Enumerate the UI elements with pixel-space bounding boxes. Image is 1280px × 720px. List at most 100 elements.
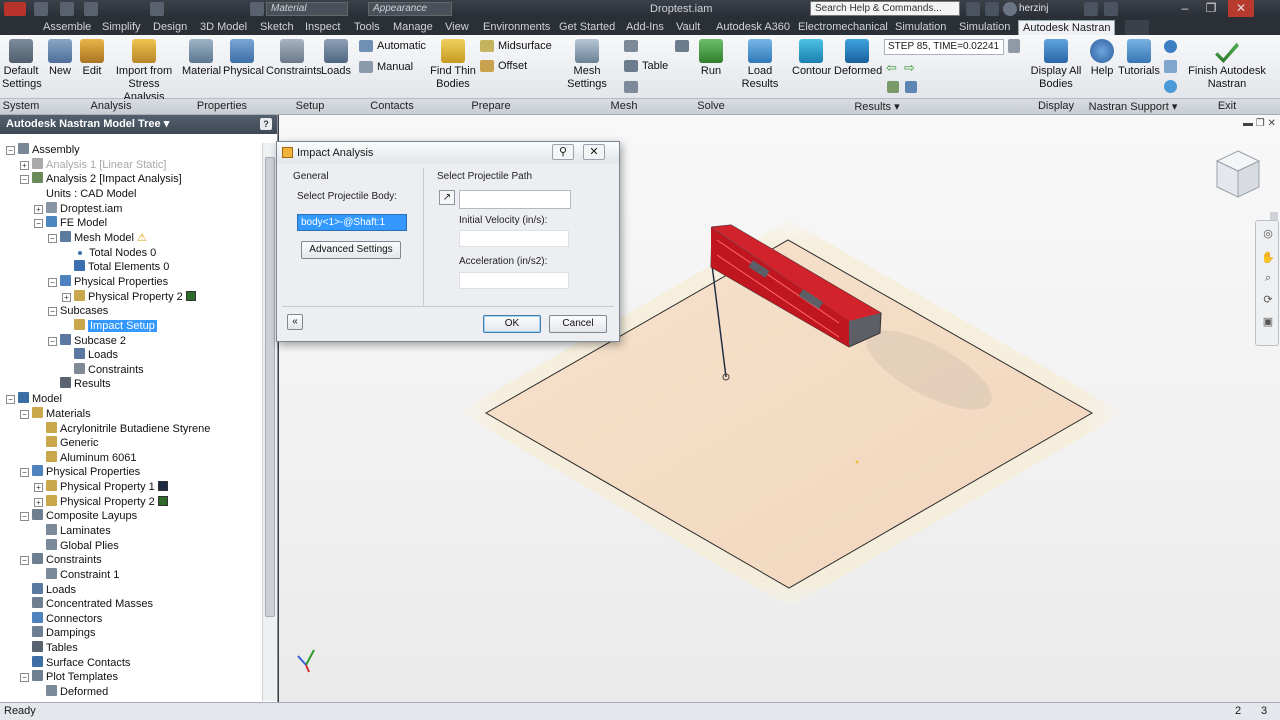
tab-environments[interactable]: Environments [479, 20, 554, 35]
tab-sketch[interactable]: Sketch [256, 20, 298, 35]
exchange-icon[interactable] [1084, 2, 1098, 16]
loads-button[interactable]: Loads [320, 39, 352, 78]
physical-button[interactable]: Physical [223, 39, 264, 78]
expand-icon[interactable]: + [20, 161, 29, 170]
pin-icon[interactable]: ⚲ [552, 144, 574, 160]
tree-node-analysis-1[interactable]: + Analysis 1 [Linear Static] [20, 158, 166, 172]
help-button[interactable]: Help [1088, 39, 1116, 78]
help-icon[interactable] [1104, 2, 1118, 16]
tab-simulation-2[interactable]: Simulation [955, 20, 1014, 35]
tab-simplify[interactable]: Simplify [98, 20, 145, 35]
browser-help-button[interactable]: ? [260, 118, 272, 130]
tab-assemble[interactable]: Assemble [39, 20, 95, 35]
save-icon[interactable] [84, 2, 98, 16]
deformed-button[interactable]: Deformed [834, 39, 882, 78]
expand-icon[interactable]: + [34, 483, 43, 492]
chevron-down-icon[interactable]: ▾ [164, 118, 170, 130]
cancel-button[interactable]: Cancel [549, 315, 607, 333]
globe-icon[interactable] [250, 2, 264, 16]
expand-dialog-button[interactable]: « [287, 314, 303, 330]
orbit-icon[interactable]: ⟳ [1261, 293, 1275, 307]
tab-electromechanical[interactable]: Electromechanical [794, 20, 892, 35]
animate-icon[interactable] [887, 81, 899, 93]
next-step-icon[interactable]: ⇨ [904, 60, 915, 76]
dialog-title-bar[interactable]: Impact Analysis ⚲ ✕ [277, 142, 619, 164]
lock-icon[interactable] [1008, 39, 1020, 53]
display-all-bodies-button[interactable]: Display All Bodies [1030, 39, 1082, 91]
new-file-icon[interactable] [34, 2, 48, 16]
tree-node-physical-properties[interactable]: − Physical Properties [48, 275, 168, 289]
tree-node-laminates[interactable]: Laminates [34, 524, 111, 538]
probe-icon[interactable] [905, 81, 917, 93]
tree-node-plot-templates[interactable]: − Plot Templates [20, 670, 118, 684]
collapse-icon[interactable]: − [48, 337, 57, 346]
collapse-icon[interactable]: − [6, 395, 15, 404]
edit-analysis-button[interactable]: Edit [78, 39, 106, 78]
close-dialog-icon[interactable]: ✕ [583, 144, 605, 160]
tree-node-concentrated-masses[interactable]: Concentrated Masses [20, 597, 153, 611]
scrollbar-thumb[interactable] [265, 157, 275, 617]
collapse-icon[interactable]: − [34, 219, 43, 228]
acceleration-field[interactable] [459, 272, 569, 289]
tree-node-surface-contacts[interactable]: Surface Contacts [20, 656, 130, 670]
tree-node-subcase-constraints[interactable]: Constraints [62, 363, 144, 377]
new-analysis-button[interactable]: New [46, 39, 74, 78]
web-icon[interactable] [1164, 80, 1177, 93]
previous-step-icon[interactable]: ⇦ [886, 60, 897, 76]
tab-vault[interactable]: Vault [672, 20, 704, 35]
tree-node-model-constraints[interactable]: − Constraints [20, 553, 102, 567]
automatic-contacts-button[interactable]: Automatic [359, 40, 426, 53]
tree-node-material-generic[interactable]: Generic [34, 436, 99, 450]
tree-node-subcase-loads[interactable]: Loads [62, 348, 118, 362]
minimize-icon[interactable]: – [1172, 0, 1198, 17]
search-input[interactable]: Search Help & Commands... [810, 1, 960, 16]
advanced-settings-button[interactable]: Advanced Settings [301, 241, 401, 259]
tree-node-model[interactable]: − Model [6, 392, 62, 406]
projectile-body-field[interactable]: body<1>-@Shaft:1 [297, 214, 407, 231]
expand-icon[interactable]: + [34, 498, 43, 507]
tree-node-composite-layups[interactable]: − Composite Layups [20, 509, 137, 523]
tree-node-fe-model[interactable]: − FE Model [34, 216, 107, 230]
panel-nastran-support[interactable]: Nastran Support ▾ [1086, 100, 1180, 113]
manual-contacts-button[interactable]: Manual [359, 61, 413, 74]
viewcube-menu-icon[interactable] [1270, 212, 1278, 220]
tree-node-mesh-model[interactable]: − Mesh Model ⚠ [48, 231, 147, 245]
collapse-icon[interactable]: − [20, 410, 29, 419]
find-thin-bodies-button[interactable]: Find Thin Bodies [430, 39, 476, 91]
tab-inspect[interactable]: Inspect [301, 20, 344, 35]
look-at-icon[interactable]: ▣ [1261, 315, 1275, 329]
tree-node-subcases[interactable]: − Subcases [48, 304, 108, 318]
tree-node-subcase-2[interactable]: − Subcase 2 [48, 334, 126, 348]
tree-node-dampings[interactable]: Dampings [20, 626, 96, 640]
tree-node-model-physical-property-1[interactable]: + Physical Property 1 [34, 480, 168, 494]
steering-wheel-icon[interactable]: ◎ [1261, 227, 1275, 241]
load-results-button[interactable]: Load Results [731, 39, 789, 91]
tree-node-units[interactable]: Units : CAD Model [34, 187, 136, 201]
expand-icon[interactable]: + [34, 205, 43, 214]
finish-nastran-button[interactable]: Finish Autodesk Nastran [1184, 39, 1270, 91]
pan-icon[interactable]: ✋ [1261, 251, 1275, 265]
expand-icon[interactable]: + [62, 293, 71, 302]
tab-add-ins[interactable]: Add-Ins [622, 20, 668, 35]
tree-node-global-plies[interactable]: Global Plies [34, 539, 119, 553]
tree-node-analysis-2[interactable]: − Analysis 2 [Impact Analysis] [20, 172, 182, 186]
open-file-icon[interactable] [60, 2, 74, 16]
projectile-path-field[interactable] [459, 190, 571, 209]
ribbon-options-icon[interactable] [1125, 20, 1149, 35]
tree-node-total-elements[interactable]: Total Elements 0 [62, 260, 169, 274]
ok-button[interactable]: OK [483, 315, 541, 333]
appearance-combo[interactable]: Appearance [368, 2, 452, 16]
collapse-icon[interactable]: − [48, 278, 57, 287]
app-menu-icon[interactable] [4, 2, 26, 16]
material-button[interactable]: Material [182, 39, 221, 78]
viewcube[interactable] [1213, 149, 1263, 201]
tree-node-constraint-1[interactable]: Constraint 1 [34, 568, 119, 582]
tab-autodesk-nastran[interactable]: Autodesk Nastran [1018, 20, 1116, 35]
close-icon[interactable]: ✕ [1228, 0, 1254, 17]
material-combo[interactable]: Material [266, 2, 348, 16]
favorites-star-icon[interactable] [985, 2, 999, 16]
zoom-icon[interactable]: ⌕ [1261, 271, 1275, 285]
select-path-arrow-icon[interactable]: ↗ [439, 190, 455, 205]
collapse-icon[interactable]: − [48, 234, 57, 243]
browser-header[interactable]: Autodesk Nastran Model Tree ▾ ? [0, 115, 277, 134]
